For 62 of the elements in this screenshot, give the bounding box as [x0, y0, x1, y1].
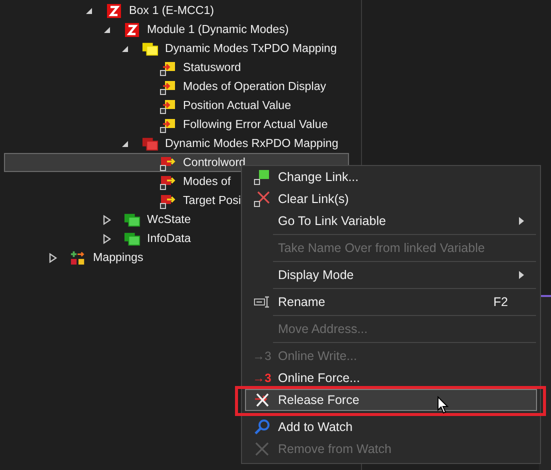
- menu-item[interactable]: →3 Online Force...: [245, 367, 537, 389]
- tree-item[interactable]: Dynamic Modes RxPDO Mapping: [4, 134, 349, 153]
- submenu-arrow-icon: [519, 271, 524, 279]
- tree-item-label: Mappings: [93, 251, 144, 264]
- menu-item[interactable]: Display Mode: [245, 264, 537, 286]
- collapsed-arrow-icon[interactable]: [48, 252, 58, 262]
- tree-item-label: Box 1 (E-MCC1): [129, 4, 214, 17]
- menu-item[interactable]: Go To Link Variable: [245, 210, 537, 232]
- tree-item-label: Target Posi: [183, 194, 241, 207]
- shortcut-label: F2: [493, 295, 508, 309]
- input-variable-icon: [160, 116, 176, 132]
- link-icon: [254, 169, 270, 185]
- tree-item-label: Controlword: [183, 156, 246, 169]
- device-icon: [125, 22, 139, 36]
- arrow-three-icon: →3: [252, 350, 272, 362]
- output-variable-icon: [160, 192, 176, 208]
- folder-squares-icon: [124, 232, 140, 246]
- output-variable-icon: [160, 174, 176, 190]
- menu-item[interactable]: Release Force: [245, 389, 537, 411]
- arrow-three-icon: →3: [252, 372, 272, 384]
- tree-item-label: Following Error Actual Value: [183, 118, 328, 131]
- menu-item[interactable]: Rename F2: [245, 291, 537, 313]
- clear-link-icon: [254, 191, 270, 207]
- expanded-arrow-icon[interactable]: [84, 6, 94, 14]
- submenu-arrow-icon: [519, 217, 524, 225]
- tree-item-label: Dynamic Modes TxPDO Mapping: [165, 42, 337, 55]
- output-variable-icon: [160, 154, 176, 170]
- expanded-arrow-icon[interactable]: [120, 140, 130, 148]
- device-icon: [107, 4, 121, 18]
- folder-squares-icon: [124, 212, 140, 226]
- tree-item-label: InfoData: [147, 232, 191, 245]
- tree-item-label: Dynamic Modes RxPDO Mapping: [165, 137, 338, 150]
- input-variable-icon: [160, 98, 176, 114]
- folder-squares-icon: [142, 42, 158, 56]
- release-force-icon: [254, 392, 270, 408]
- tree-item[interactable]: Modes of Operation Display: [4, 77, 349, 96]
- remove-icon: [254, 441, 270, 457]
- tree-item[interactable]: Dynamic Modes TxPDO Mapping: [4, 39, 349, 58]
- mappings-icon: [70, 250, 86, 266]
- tree-item-label: WcState: [147, 213, 191, 226]
- rename-icon: [254, 296, 270, 308]
- menu-item[interactable]: Clear Link(s): [245, 188, 537, 210]
- expanded-arrow-icon[interactable]: [120, 44, 130, 52]
- tree-item-label: Modes of: [183, 175, 231, 188]
- menu-item[interactable]: Add to Watch: [245, 416, 537, 438]
- tree-item[interactable]: Box 1 (E-MCC1): [4, 1, 349, 20]
- collapsed-arrow-icon[interactable]: [102, 234, 112, 244]
- search-icon: [254, 419, 270, 435]
- folder-squares-icon: [142, 136, 158, 150]
- tree-item-label: Modes of Operation Display: [183, 80, 326, 93]
- tree-item-label: Statusword: [183, 61, 241, 74]
- mouse-cursor-icon: [437, 396, 449, 414]
- tree-item[interactable]: Position Actual Value: [4, 96, 349, 115]
- input-variable-icon: [160, 60, 176, 76]
- input-variable-icon: [160, 78, 176, 94]
- collapsed-arrow-icon[interactable]: [102, 214, 112, 224]
- tree-item-label: Module 1 (Dynamic Modes): [147, 23, 289, 36]
- tree-item[interactable]: Statusword: [4, 58, 349, 77]
- tree-item-label: Position Actual Value: [183, 99, 292, 112]
- tree-item[interactable]: Following Error Actual Value: [4, 115, 349, 134]
- expanded-arrow-icon[interactable]: [102, 26, 112, 34]
- tree-item[interactable]: Module 1 (Dynamic Modes): [4, 20, 349, 39]
